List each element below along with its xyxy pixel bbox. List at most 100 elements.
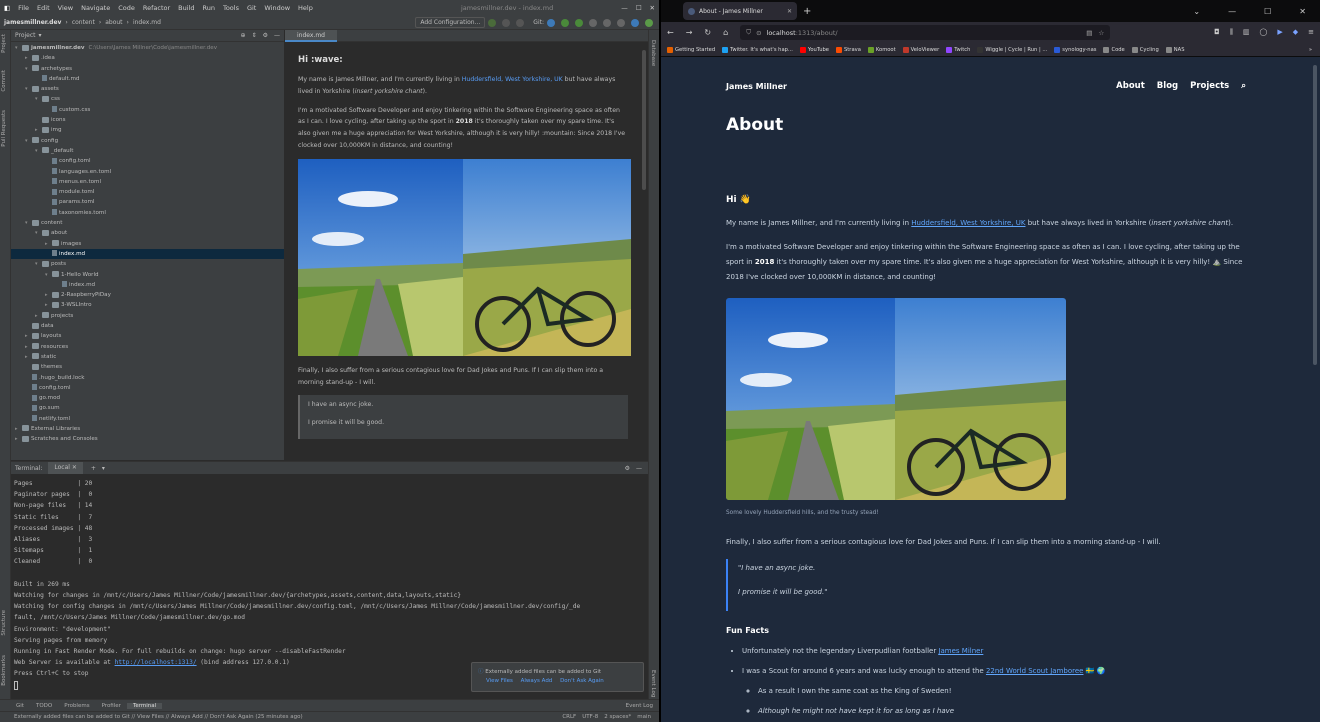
tree-folder[interactable]: ▸ External Libraries <box>11 424 284 434</box>
menu-edit[interactable]: Edit <box>33 4 54 12</box>
close-tab-icon[interactable]: ✕ <box>787 8 792 15</box>
forward-icon[interactable]: → <box>686 28 693 37</box>
chevron-icon[interactable]: ▾ <box>25 218 32 228</box>
chevron-icon[interactable]: ▸ <box>15 434 22 444</box>
chevron-icon[interactable]: ▾ <box>35 94 42 104</box>
tree-folder[interactable]: ▸ resources <box>11 342 284 352</box>
james-milner-link[interactable]: James Milner <box>938 647 983 655</box>
reload-icon[interactable]: ↻ <box>704 28 711 37</box>
tree-file[interactable]: custom.css <box>11 105 284 115</box>
tool-project[interactable]: Project <box>1 34 7 53</box>
terminal-hide-icon[interactable]: — <box>636 465 642 472</box>
tree-file[interactable]: menus.en.toml <box>11 177 284 187</box>
menu-git[interactable]: Git <box>243 4 260 12</box>
nav-blog[interactable]: Blog <box>1157 81 1178 91</box>
tree-folder[interactable]: ▾ assets <box>11 84 284 94</box>
tree-file[interactable]: .hugo_build.lock <box>11 373 284 383</box>
location-link[interactable]: Huddersfield, West Yorkshire, UK <box>911 219 1025 227</box>
bookmark-item[interactable]: Cycling <box>1131 46 1159 53</box>
bookmark-item[interactable]: Twitch <box>946 46 970 53</box>
status-git-branch[interactable]: main <box>637 714 651 720</box>
menu-code[interactable]: Code <box>114 4 139 12</box>
editor-tab-index-md[interactable]: index.md <box>285 29 337 42</box>
chevron-icon[interactable]: ▸ <box>45 300 52 310</box>
tree-file[interactable]: config.toml <box>11 383 284 393</box>
view-files-link[interactable]: View Files <box>486 678 513 684</box>
menu-navigate[interactable]: Navigate <box>77 4 114 12</box>
chevron-icon[interactable]: ▾ <box>15 43 22 53</box>
menu-file[interactable]: File <box>14 4 33 12</box>
bottom-tab-problems[interactable]: Problems <box>58 703 95 709</box>
bookmark-item[interactable]: Komoot <box>867 46 896 53</box>
breadcrumb-about[interactable]: about <box>101 19 126 26</box>
tree-file[interactable]: config.toml <box>11 156 284 166</box>
search-icon[interactable] <box>617 18 625 27</box>
ide-logo-toolbar-icon[interactable] <box>645 18 653 27</box>
bottom-tab-terminal[interactable]: Terminal <box>126 702 163 709</box>
breadcrumb-content[interactable]: content <box>68 19 99 26</box>
debug-icon[interactable] <box>502 18 511 27</box>
tree-folder[interactable]: ▾ jamesmillner.dev C:\Users\James Millner\… <box>11 43 284 53</box>
bookmark-item[interactable]: YouTube <box>799 46 829 53</box>
tool-pull-requests[interactable]: Pull Requests <box>1 110 7 147</box>
rollback-icon[interactable] <box>603 18 611 27</box>
reader-view-icon[interactable]: ▤ <box>1086 29 1092 37</box>
bookmark-item[interactable]: synology-nas <box>1054 46 1096 53</box>
ff-minimize-icon[interactable]: — <box>1228 7 1236 16</box>
bottom-tab-event-log[interactable]: Event Log <box>620 703 659 709</box>
bookmark-item[interactable]: Twitter. It's what's hap... <box>722 46 793 53</box>
tree-folder[interactable]: ▾ css <box>11 94 284 104</box>
bookmark-star-icon[interactable]: ☆ <box>1098 29 1104 37</box>
maximize-icon[interactable]: ☐ <box>632 4 646 12</box>
bottom-tab-profiler[interactable]: Profiler <box>96 703 127 709</box>
chevron-icon[interactable]: ▸ <box>25 331 32 341</box>
tree-file[interactable]: go.mod <box>11 393 284 403</box>
editor-scrollbar[interactable] <box>642 50 646 190</box>
tree-folder[interactable]: ▾ 1-Hello World <box>11 270 284 280</box>
tree-folder[interactable]: ▾ content <box>11 218 284 228</box>
new-terminal-icon[interactable]: + <box>91 465 96 472</box>
chevron-down-icon[interactable]: ▾ <box>39 32 42 39</box>
chevron-icon[interactable]: ▸ <box>25 53 32 63</box>
ff-maximize-icon[interactable]: ☐ <box>1264 7 1271 16</box>
menu-run[interactable]: Run <box>198 4 218 12</box>
tree-folder[interactable]: ▸ 2-RaspberryPiDay <box>11 290 284 300</box>
chevron-icon[interactable]: ▾ <box>25 64 32 74</box>
git-commit-icon[interactable] <box>561 18 569 27</box>
git-update-icon[interactable] <box>547 18 555 27</box>
site-brand[interactable]: James Millner <box>726 82 787 91</box>
library-icon[interactable]: ⫼ <box>1230 28 1233 37</box>
local-server-link[interactable]: http://localhost:1313/ <box>115 659 197 666</box>
locate-icon[interactable]: ⊕ <box>241 32 246 39</box>
close-icon[interactable]: ✕ <box>646 4 659 12</box>
breadcrumb-project[interactable]: jamesmillner.dev <box>0 19 65 26</box>
nav-about[interactable]: About <box>1116 81 1145 91</box>
chevron-icon[interactable]: ▸ <box>45 290 52 300</box>
tool-structure[interactable]: Structure <box>1 610 7 636</box>
tree-file[interactable]: index.md <box>11 280 284 290</box>
tool-event-log-side[interactable]: Event Log <box>650 670 656 697</box>
bookmark-item[interactable]: Strava <box>835 46 861 53</box>
menu-refactor[interactable]: Refactor <box>139 4 174 12</box>
bottom-tab-todo[interactable]: TODO <box>30 703 58 709</box>
tree-folder[interactable]: ▸ images <box>11 239 284 249</box>
chevron-icon[interactable]: ▾ <box>35 259 42 269</box>
nav-projects[interactable]: Projects <box>1190 81 1229 91</box>
terminal-options-icon[interactable]: ▾ <box>102 465 105 472</box>
tree-file[interactable]: languages.en.toml <box>11 167 284 177</box>
tree-folder[interactable]: data <box>11 321 284 331</box>
tool-commit[interactable]: Commit <box>1 70 7 92</box>
tree-folder[interactable]: ▾ _default <box>11 146 284 156</box>
chevron-icon[interactable]: ▸ <box>45 239 52 249</box>
extension-2-icon[interactable]: ◆ <box>1293 28 1298 37</box>
menu-hamburger-icon[interactable]: ≡ <box>1308 28 1314 37</box>
bookmark-item[interactable]: Getting Started <box>667 46 715 53</box>
stop-icon[interactable] <box>516 18 525 27</box>
home-icon[interactable]: ⌂ <box>723 28 728 37</box>
tree-folder[interactable]: ▸ layouts <box>11 331 284 341</box>
tree-folder[interactable]: ▾ config <box>11 136 284 146</box>
sidebar-icon[interactable]: ▥ <box>1243 28 1250 37</box>
add-configuration-button[interactable]: Add Configuration... <box>415 17 486 28</box>
bookmark-item[interactable]: VeloViewer <box>902 46 939 53</box>
tree-folder[interactable]: ▸ static <box>11 352 284 362</box>
